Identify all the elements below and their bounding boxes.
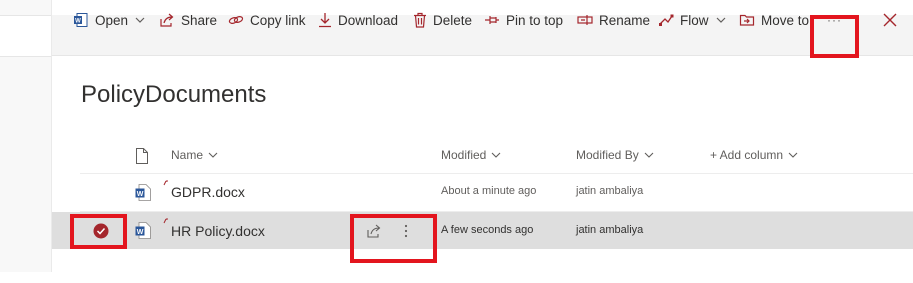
word-file-icon: W xyxy=(135,222,151,239)
chevron-down-icon xyxy=(491,152,501,158)
left-nav-header xyxy=(0,15,51,57)
word-file-icon: W xyxy=(135,184,151,201)
column-header-modified[interactable]: Modified xyxy=(441,148,502,162)
delete-label: Delete xyxy=(433,12,473,28)
highlight-box-row-actions xyxy=(350,214,437,263)
file-name-link[interactable]: HR Policy.docx xyxy=(171,223,265,239)
modified-by-cell[interactable]: jatin ambaliya xyxy=(576,224,643,236)
chevron-down-icon xyxy=(788,152,798,158)
column-header-modified-label: Modified xyxy=(441,148,487,162)
flow-icon xyxy=(659,14,674,26)
column-header-modified-by-label: Modified By xyxy=(576,148,639,162)
highlight-box-more xyxy=(810,15,859,58)
close-icon xyxy=(883,13,897,27)
download-label: Download xyxy=(338,12,399,28)
chevron-down-icon xyxy=(135,17,145,23)
clear-selection-button[interactable]: 1 xyxy=(882,0,913,40)
svg-text:W: W xyxy=(137,191,144,198)
delete-button[interactable]: Delete xyxy=(413,0,472,40)
left-navigation-pane xyxy=(0,0,52,272)
open-label: Open xyxy=(95,12,129,28)
column-header-name-label: Name xyxy=(171,148,204,162)
copy-link-button[interactable]: Copy link xyxy=(228,0,306,40)
flow-button[interactable]: Flow xyxy=(658,0,733,40)
rename-button[interactable]: Rename xyxy=(577,0,650,40)
svg-text:W: W xyxy=(75,19,81,25)
new-item-icon xyxy=(163,180,168,186)
column-header-name[interactable]: Name xyxy=(171,148,219,162)
rename-icon xyxy=(577,15,593,25)
modified-cell: About a minute ago xyxy=(441,185,537,197)
copy-link-label: Copy link xyxy=(250,12,306,28)
trash-icon xyxy=(414,12,426,28)
add-column-button[interactable]: + Add column xyxy=(710,148,799,162)
open-button[interactable]: W Open xyxy=(73,0,152,40)
pin-to-top-label: Pin to top xyxy=(506,12,564,28)
share-label: Share xyxy=(181,12,218,28)
new-item-icon xyxy=(163,218,168,224)
download-button[interactable]: Download xyxy=(318,0,398,40)
column-header-modified-by[interactable]: Modified By xyxy=(576,148,655,162)
chevron-down-icon xyxy=(208,152,218,158)
modified-cell: A few seconds ago xyxy=(441,224,534,236)
flow-label: Flow xyxy=(680,12,709,28)
file-type-icon[interactable] xyxy=(135,148,149,164)
file-name-link[interactable]: GDPR.docx xyxy=(171,184,245,200)
svg-text:W: W xyxy=(137,229,144,236)
add-column-label: + Add column xyxy=(710,148,784,162)
share-icon xyxy=(160,13,174,27)
chevron-down-icon xyxy=(644,152,654,158)
move-to-button[interactable]: Move to xyxy=(739,0,809,40)
page-title: PolicyDocuments xyxy=(81,81,267,108)
share-button[interactable]: Share xyxy=(159,0,217,40)
move-to-icon xyxy=(739,14,755,26)
pin-icon xyxy=(485,16,499,24)
chevron-down-icon xyxy=(716,17,725,23)
link-icon xyxy=(228,16,244,24)
word-icon: W xyxy=(74,13,88,27)
modified-by-cell[interactable]: jatin ambaliya xyxy=(576,185,643,197)
download-icon xyxy=(319,13,331,28)
header-divider xyxy=(80,173,913,174)
rename-label: Rename xyxy=(599,12,651,28)
highlight-box-checkbox xyxy=(70,214,127,249)
move-to-label: Move to xyxy=(761,12,810,28)
pin-to-top-button[interactable]: Pin to top xyxy=(484,0,563,40)
